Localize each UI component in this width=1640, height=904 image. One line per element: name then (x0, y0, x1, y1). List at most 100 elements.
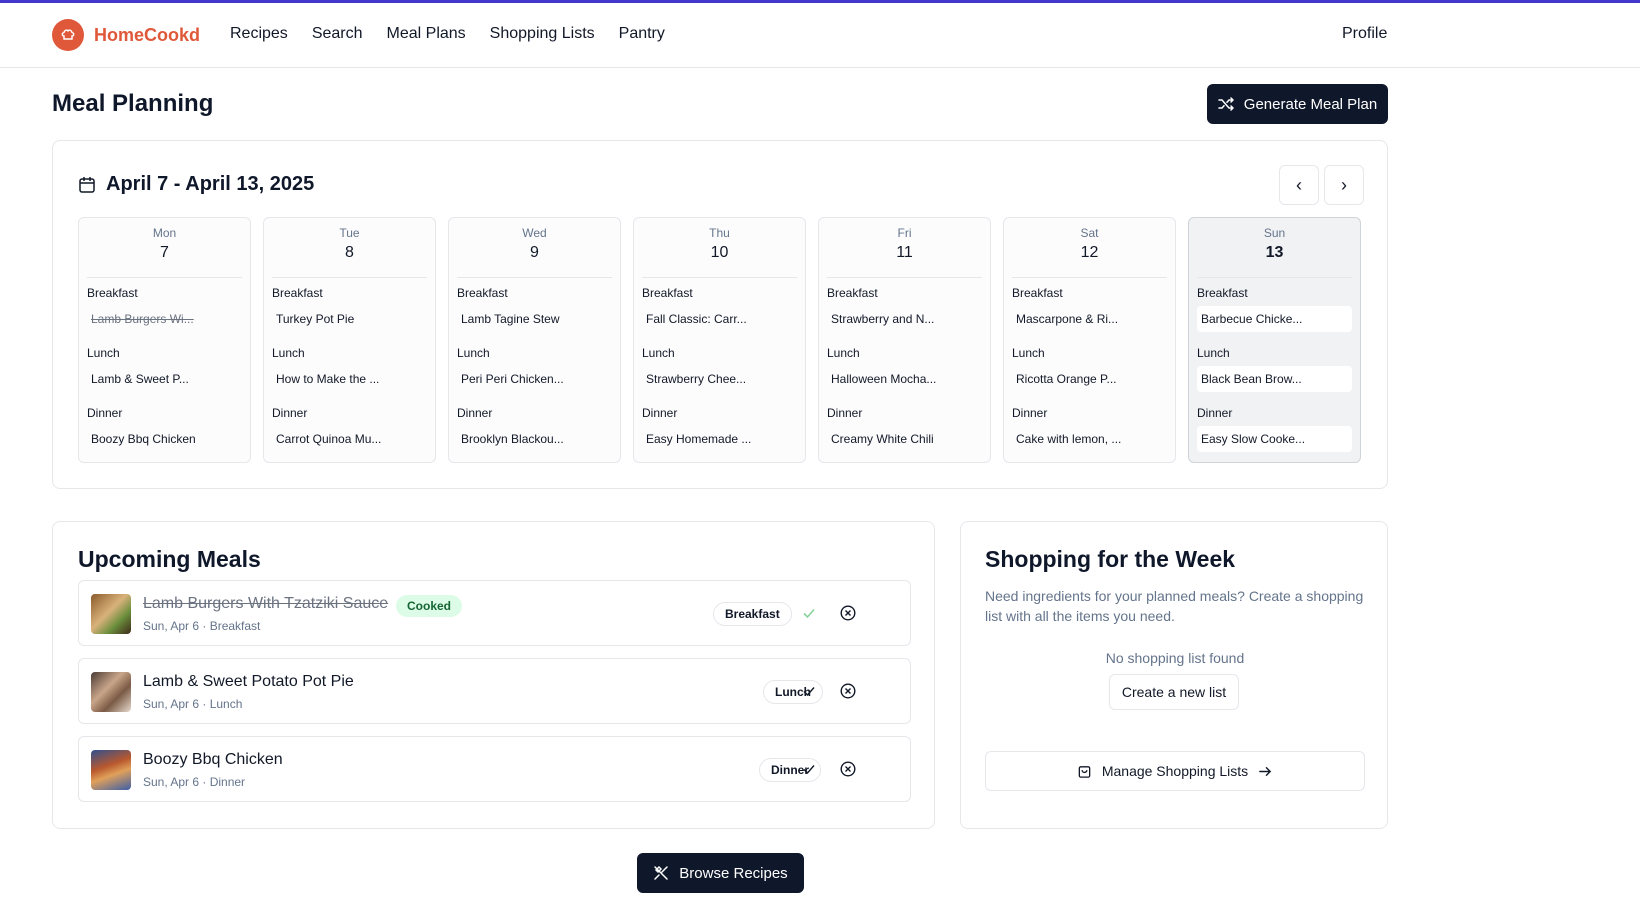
meal-slot-lunch[interactable]: Black Bean Brow... (1197, 366, 1352, 392)
slot-label-lunch: Lunch (1012, 346, 1045, 360)
nav-link-recipes[interactable]: Recipes (230, 25, 288, 43)
chevron-left-icon: ‹ (1296, 174, 1302, 195)
day-name: Sat (1080, 226, 1099, 240)
upcoming-meal-row[interactable]: Lamb & Sweet Potato Pot Pie Sun, Apr 6 ·… (78, 658, 911, 724)
nav-links: Recipes Search Meal Plans Shopping Lists… (230, 25, 665, 43)
nav-link-profile[interactable]: Profile (1342, 25, 1387, 43)
app-name: HomeCookd (94, 24, 201, 45)
nav-link-pantry[interactable]: Pantry (619, 25, 665, 43)
slot-label-lunch: Lunch (457, 346, 490, 360)
week-range: April 7 - April 13, 2025 (106, 173, 315, 195)
upcoming-meal-row[interactable]: Lamb Burgers With Tzatziki Sauce Cooked … (78, 580, 911, 646)
meal-slot-lunch[interactable]: Halloween Mocha... (827, 366, 982, 392)
cooked-badge: Cooked (396, 595, 463, 617)
day-card-sun: Sun 13 Breakfast Barbecue Chicke... Lunch Bla… (1188, 217, 1361, 463)
browse-recipes-label: Browse Recipes (679, 864, 788, 882)
day-card-wed: Wed 9 Breakfast Lamb Tagine Stew Lunch Peri P… (448, 217, 621, 463)
day-card-mon: Mon 7 Breakfast Lamb Burgers Wi... Lunch Lamb… (78, 217, 251, 463)
empty-shopping-message: No shopping list found (1105, 650, 1245, 666)
day-card-thu: Thu 10 Breakfast Fall Classic: Carr... Lunch… (633, 217, 806, 463)
slot-label-breakfast: Breakfast (272, 286, 323, 300)
day-name: Thu (709, 226, 730, 240)
day-header: Wed 9 (457, 226, 612, 278)
meal-name[interactable]: Lamb & Sweet Potato Pot Pie (143, 673, 354, 691)
meal-slot-breakfast[interactable]: Mascarpone & Ri... (1012, 306, 1167, 332)
check-icon (803, 765, 815, 775)
meal-slot-breakfast[interactable]: Lamb Tagine Stew (457, 306, 612, 332)
meal-thumbnail (91, 672, 131, 712)
close-circle-icon (840, 605, 856, 621)
remove-meal-button[interactable] (838, 759, 858, 779)
meal-name[interactable]: Lamb Burgers With Tzatziki Sauce (143, 595, 388, 613)
slot-label-lunch: Lunch (642, 346, 675, 360)
day-number: 12 (1080, 244, 1099, 261)
meal-name[interactable]: Boozy Bbq Chicken (143, 751, 283, 769)
slot-label-dinner: Dinner (1197, 406, 1233, 420)
manage-shopping-lists-label: Manage Shopping Lists (1101, 763, 1249, 779)
meal-slot-breakfast[interactable]: Strawberry and N... (827, 306, 982, 332)
generate-meal-plan-label: Generate Meal Plan (1243, 95, 1378, 113)
meal-slot-breakfast[interactable]: Fall Classic: Carr... (642, 306, 797, 332)
browse-recipes-button[interactable]: Browse Recipes (637, 853, 804, 893)
day-number: 13 (1265, 244, 1284, 261)
meal-slot-dinner[interactable]: Creamy White Chili (827, 426, 982, 452)
generate-meal-plan-button[interactable]: Generate Meal Plan (1207, 84, 1388, 124)
upcoming-meals-card: Upcoming Meals Lamb Burgers With Tzatzik… (52, 521, 935, 829)
day-header: Sat 12 (1012, 226, 1167, 278)
slot-label-dinner: Dinner (642, 406, 678, 420)
day-name: Mon (152, 226, 177, 240)
logo[interactable]: HomeCookd (52, 19, 200, 51)
day-name: Wed (522, 226, 547, 240)
slot-label-breakfast: Breakfast (1012, 286, 1063, 300)
mark-cooked-button[interactable] (799, 603, 819, 623)
nav-link-search[interactable]: Search (312, 25, 363, 43)
meal-slot-dinner[interactable]: Carrot Quinoa Mu... (272, 426, 427, 452)
meal-slot-lunch[interactable]: How to Make the ... (272, 366, 427, 392)
meal-date: Sun, Apr 6 · Breakfast (143, 619, 261, 633)
meal-slot-breakfast[interactable]: Lamb Burgers Wi... (87, 306, 242, 332)
remove-meal-button[interactable] (838, 603, 858, 623)
slot-label-breakfast: Breakfast (87, 286, 138, 300)
remove-meal-button[interactable] (838, 681, 858, 701)
slot-label-breakfast: Breakfast (1197, 286, 1248, 300)
nav-link-meal-plans[interactable]: Meal Plans (387, 25, 466, 43)
slot-label-breakfast: Breakfast (642, 286, 693, 300)
chef-hat-icon (52, 19, 84, 51)
shopping-description: Need ingredients for your planned meals?… (985, 588, 1364, 624)
upcoming-meal-row[interactable]: Boozy Bbq Chicken Sun, Apr 6 · Dinner Di… (78, 736, 911, 802)
mark-cooked-button[interactable] (799, 759, 819, 779)
check-icon (803, 608, 815, 619)
day-card-sat: Sat 12 Breakfast Mascarpone & Ri... Lunch Ric… (1003, 217, 1176, 463)
arrow-right-icon (1259, 766, 1272, 776)
meal-slot-lunch[interactable]: Peri Peri Chicken... (457, 366, 612, 392)
upcoming-meals-title: Upcoming Meals (78, 546, 261, 572)
shopping-bag-icon (1078, 765, 1091, 778)
meal-slot-dinner[interactable]: Cake with lemon, ... (1012, 426, 1167, 452)
meal-slot-lunch[interactable]: Ricotta Orange P... (1012, 366, 1167, 392)
meal-slot-dinner[interactable]: Brooklyn Blackou... (457, 426, 612, 452)
meal-slot-dinner[interactable]: Easy Slow Cooke... (1197, 426, 1352, 452)
day-number: 7 (160, 244, 169, 261)
slot-label-lunch: Lunch (272, 346, 305, 360)
meal-slot-lunch[interactable]: Lamb & Sweet P... (87, 366, 242, 392)
meal-slot-dinner[interactable]: Easy Homemade ... (642, 426, 797, 452)
day-number: 11 (896, 244, 913, 261)
shopping-title: Shopping for the Week (985, 546, 1236, 572)
mark-cooked-button[interactable] (799, 681, 819, 701)
meal-slot-breakfast[interactable]: Turkey Pot Pie (272, 306, 427, 332)
next-week-button[interactable]: › (1324, 165, 1364, 205)
slot-label-dinner: Dinner (87, 406, 123, 420)
nav-link-shopping-lists[interactable]: Shopping Lists (490, 25, 595, 43)
meal-slot-lunch[interactable]: Strawberry Chee... (642, 366, 797, 392)
day-header: Fri 11 (827, 226, 982, 278)
slot-label-lunch: Lunch (827, 346, 860, 360)
meal-date: Sun, Apr 6 · Dinner (143, 775, 246, 789)
page-title: Meal Planning (52, 90, 214, 117)
day-header: Thu 10 (642, 226, 797, 278)
manage-shopping-lists-button[interactable]: Manage Shopping Lists (985, 751, 1365, 791)
slot-label-dinner: Dinner (272, 406, 308, 420)
create-list-button[interactable]: Create a new list (1109, 674, 1239, 710)
previous-week-button[interactable]: ‹ (1279, 165, 1319, 205)
meal-slot-dinner[interactable]: Boozy Bbq Chicken (87, 426, 242, 452)
meal-slot-breakfast[interactable]: Barbecue Chicke... (1197, 306, 1352, 332)
